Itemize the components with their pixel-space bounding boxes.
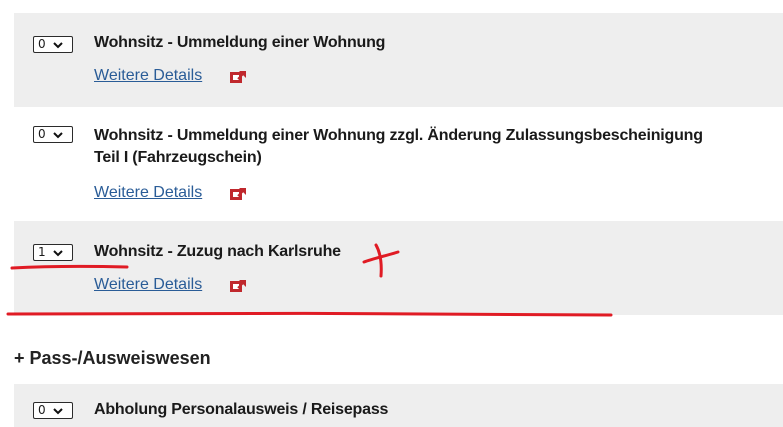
chevron-down-icon — [52, 131, 63, 138]
quantity-select[interactable]: 1 — [33, 244, 73, 261]
quantity-value: 0 — [38, 37, 46, 51]
external-link-icon[interactable] — [229, 279, 247, 293]
service-row-2: 0 Wohnsitz - Ummeldung einer Wohnung zzg… — [14, 107, 783, 219]
details-link[interactable]: Weitere Details — [94, 275, 202, 295]
service-title-line-2: Teil I (Fahrzeugschein) — [94, 149, 262, 166]
quantity-value: 0 — [38, 127, 46, 141]
details-link[interactable]: Weitere Details — [94, 66, 202, 86]
chevron-down-icon — [52, 249, 63, 256]
quantity-select[interactable]: 0 — [33, 126, 73, 143]
quantity-select[interactable]: 0 — [33, 36, 73, 53]
section-heading-pass-ausweiswesen[interactable]: + Pass-/Ausweiswesen — [14, 346, 211, 370]
details-link[interactable]: Weitere Details — [94, 183, 202, 203]
quantity-value: 0 — [38, 403, 46, 417]
external-link-icon[interactable] — [229, 70, 247, 84]
external-link-icon[interactable] — [229, 187, 247, 201]
service-row-1: 0 Wohnsitz - Ummeldung einer Wohnung Wei… — [14, 13, 783, 107]
service-row-4: 0 Abholung Personalausweis / Reisepass — [14, 384, 783, 427]
service-title: Abholung Personalausweis / Reisepass — [94, 401, 389, 418]
quantity-select[interactable]: 0 — [33, 402, 73, 419]
service-title-line-1: Wohnsitz - Ummeldung einer Wohnung zzgl.… — [94, 127, 703, 144]
chevron-down-icon — [52, 41, 63, 48]
service-row-3: 1 Wohnsitz - Zuzug nach Karlsruhe Weiter… — [14, 221, 783, 315]
chevron-down-icon — [52, 407, 63, 414]
service-title: Wohnsitz - Ummeldung einer Wohnung zzgl.… — [94, 125, 774, 169]
quantity-value: 1 — [38, 245, 46, 259]
service-title: Wohnsitz - Ummeldung einer Wohnung — [94, 34, 386, 51]
service-title: Wohnsitz - Zuzug nach Karlsruhe — [94, 243, 341, 260]
